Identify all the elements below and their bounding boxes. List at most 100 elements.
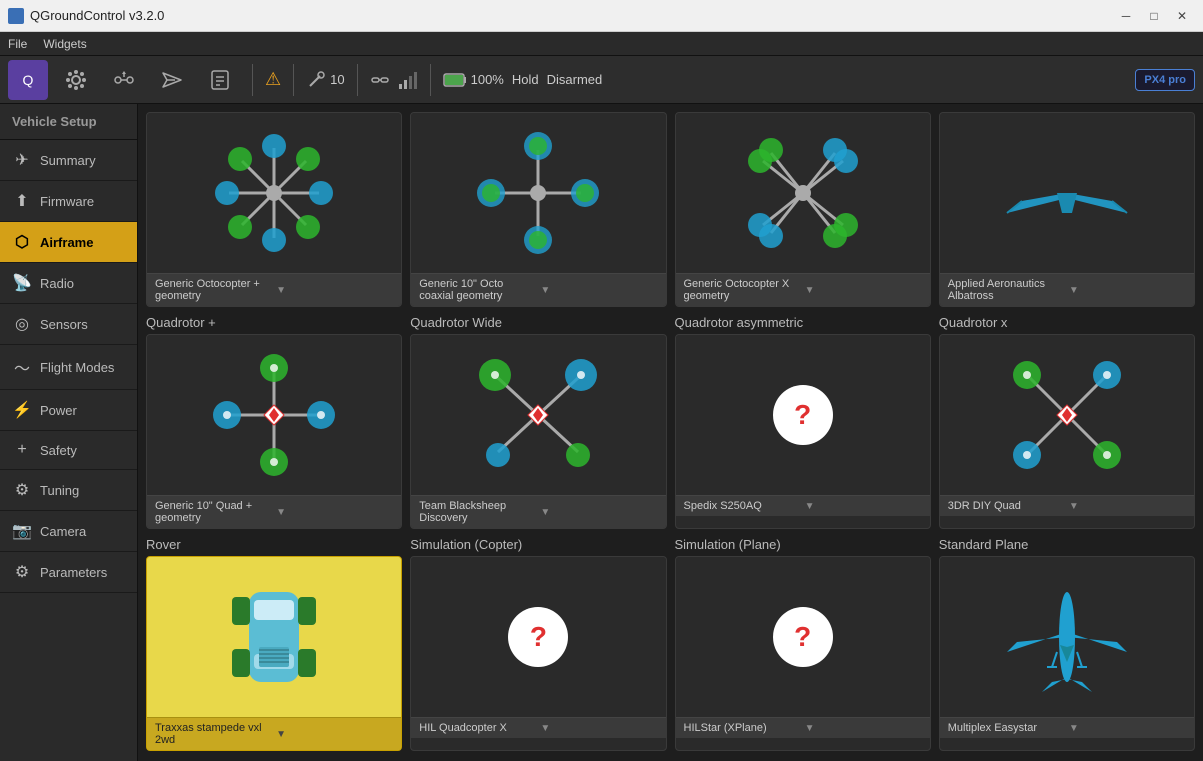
divider3: [357, 64, 358, 96]
quad-plus-dropdown[interactable]: Generic 10" Quad + geometry ▼: [147, 495, 401, 528]
sidebar-label-power: Power: [40, 403, 77, 418]
sidebar-label-firmware: Firmware: [40, 194, 94, 209]
std-plane-dropdown[interactable]: Multiplex Easystar ▼: [940, 717, 1194, 738]
log-button[interactable]: [200, 60, 240, 100]
card-sim-plane[interactable]: ? HILStar (XPlane) ▼: [675, 556, 931, 751]
dropdown-arrow9: ▼: [276, 729, 393, 740]
quad-plus-image: [147, 335, 401, 495]
send-icon: [161, 69, 183, 91]
mode-status: Hold: [512, 72, 539, 87]
sidebar-item-radio[interactable]: 📡 Radio: [0, 263, 137, 304]
quad-x-svg: [1002, 350, 1132, 480]
sidebar-label-airframe: Airframe: [40, 235, 93, 250]
quad-x-dropdown[interactable]: 3DR DIY Quad ▼: [940, 495, 1194, 516]
card-albatross[interactable]: Applied Aeronautics Albatross ▼: [939, 112, 1195, 307]
card-rover[interactable]: Traxxas stampede vxl 2wd ▼: [146, 556, 402, 751]
airframe-content[interactable]: Generic Octocopter + geometry ▼: [138, 104, 1203, 761]
sim-plane-label: HILStar (XPlane): [684, 722, 801, 734]
card-quad-plus[interactable]: Generic 10" Quad + geometry ▼: [146, 334, 402, 529]
sidebar-item-airframe[interactable]: ⬡ Airframe: [0, 222, 137, 263]
sidebar-header: Vehicle Setup: [0, 104, 137, 140]
sim-plane-dropdown[interactable]: HILStar (XPlane) ▼: [676, 717, 930, 738]
sidebar-item-flightmodes[interactable]: 〜 Flight Modes: [0, 345, 137, 390]
unknown-marker: ?: [773, 385, 833, 445]
row-misc: Traxxas stampede vxl 2wd ▼ ? HIL Quadcop…: [146, 556, 1195, 751]
waypoints-icon: [113, 69, 135, 91]
card-sim-copter[interactable]: ? HIL Quadcopter X ▼: [410, 556, 666, 751]
minimize-button[interactable]: ─: [1113, 6, 1139, 26]
card-std-plane[interactable]: Multiplex Easystar ▼: [939, 556, 1195, 751]
quad-asym-dropdown[interactable]: Spedix S250AQ ▼: [676, 495, 930, 516]
dropdown-arrow2: ▼: [540, 285, 657, 296]
octo-plus-dropdown[interactable]: Generic Octocopter + geometry ▼: [147, 273, 401, 306]
warning-icon[interactable]: ⚠: [265, 69, 281, 90]
dropdown-arrow11: ▼: [805, 723, 922, 734]
card-quad-wide[interactable]: Team Blacksheep Discovery ▼: [410, 334, 666, 529]
rover-dropdown[interactable]: Traxxas stampede vxl 2wd ▼: [147, 717, 401, 750]
octo-x-dropdown[interactable]: Generic Octocopter X geometry ▼: [676, 273, 930, 306]
label-quad-x: Quadrotor x: [939, 315, 1195, 330]
home-icon: Q: [17, 69, 39, 91]
airframe-icon: ⬡: [12, 232, 32, 252]
maximize-button[interactable]: □: [1141, 6, 1167, 26]
send-button[interactable]: [152, 60, 192, 100]
card-octo-coaxial[interactable]: Generic 10" Octo coaxial geometry ▼: [410, 112, 666, 307]
camera-icon: 📷: [12, 521, 32, 541]
summary-icon: ✈: [12, 150, 32, 170]
battery-icon: [443, 72, 467, 88]
card-octo-plus[interactable]: Generic Octocopter + geometry ▼: [146, 112, 402, 307]
toolbar: Q: [0, 56, 1203, 104]
label-quad-wide: Quadrotor Wide: [410, 315, 666, 330]
settings-button[interactable]: [56, 60, 96, 100]
window-title: QGroundControl v3.2.0: [30, 8, 164, 23]
safety-icon: +: [12, 441, 32, 459]
sidebar-item-sensors[interactable]: ◎ Sensors: [0, 304, 137, 345]
px4-logo: PX4 pro: [1135, 69, 1195, 91]
octo-x-svg: [738, 128, 868, 258]
divider1: [252, 64, 253, 96]
sim-plane-image: ?: [676, 557, 930, 717]
card-octo-x[interactable]: Generic Octocopter X geometry ▼: [675, 112, 931, 307]
close-button[interactable]: ✕: [1169, 6, 1195, 26]
sidebar-label-camera: Camera: [40, 524, 86, 539]
home-button[interactable]: Q: [8, 60, 48, 100]
row-octocopters: Generic Octocopter + geometry ▼: [146, 112, 1195, 307]
card-quad-asym[interactable]: ? Spedix S250AQ ▼: [675, 334, 931, 529]
albatross-dropdown[interactable]: Applied Aeronautics Albatross ▼: [940, 273, 1194, 306]
label-sim-plane: Simulation (Plane): [675, 537, 931, 552]
parameters-icon: ⚙: [12, 562, 32, 582]
dropdown-arrow3: ▼: [805, 285, 922, 296]
rover-svg: [224, 572, 324, 702]
app-icon: [8, 8, 24, 24]
sidebar-item-firmware[interactable]: ⬆ Firmware: [0, 181, 137, 222]
sidebar-label-tuning: Tuning: [40, 483, 79, 498]
octo-coaxial-dropdown[interactable]: Generic 10" Octo coaxial geometry ▼: [411, 273, 665, 306]
card-quad-x[interactable]: 3DR DIY Quad ▼: [939, 334, 1195, 529]
sidebar-label-sensors: Sensors: [40, 317, 88, 332]
label-quad-asym: Quadrotor asymmetric: [675, 315, 931, 330]
albatross-svg: [1002, 143, 1132, 243]
divider2: [293, 64, 294, 96]
sidebar-item-parameters[interactable]: ⚙ Parameters: [0, 552, 137, 593]
sim-copter-dropdown[interactable]: HIL Quadcopter X ▼: [411, 717, 665, 738]
label-sim-copter: Simulation (Copter): [410, 537, 666, 552]
sidebar-item-camera[interactable]: 📷 Camera: [0, 511, 137, 552]
menu-widgets[interactable]: Widgets: [43, 37, 86, 51]
sidebar-item-summary[interactable]: ✈ Summary: [0, 140, 137, 181]
firmware-icon: ⬆: [12, 191, 32, 211]
battery-status: 100%: [443, 72, 504, 88]
link-status: [370, 70, 390, 90]
link-icon: [370, 70, 390, 90]
sidebar-item-safety[interactable]: + Safety: [0, 431, 137, 470]
rover-label: Traxxas stampede vxl 2wd: [155, 722, 272, 746]
unknown-marker2: ?: [508, 607, 568, 667]
waypoints-button[interactable]: [104, 60, 144, 100]
radio-icon: 📡: [12, 273, 32, 293]
quad-asym-label: Spedix S250AQ: [684, 500, 801, 512]
sidebar-item-power[interactable]: ⚡ Power: [0, 390, 137, 431]
quad-wide-dropdown[interactable]: Team Blacksheep Discovery ▼: [411, 495, 665, 528]
albatross-image: [940, 113, 1194, 273]
menu-file[interactable]: File: [8, 37, 27, 51]
tuning-icon: ⚙: [12, 480, 32, 500]
sidebar-item-tuning[interactable]: ⚙ Tuning: [0, 470, 137, 511]
